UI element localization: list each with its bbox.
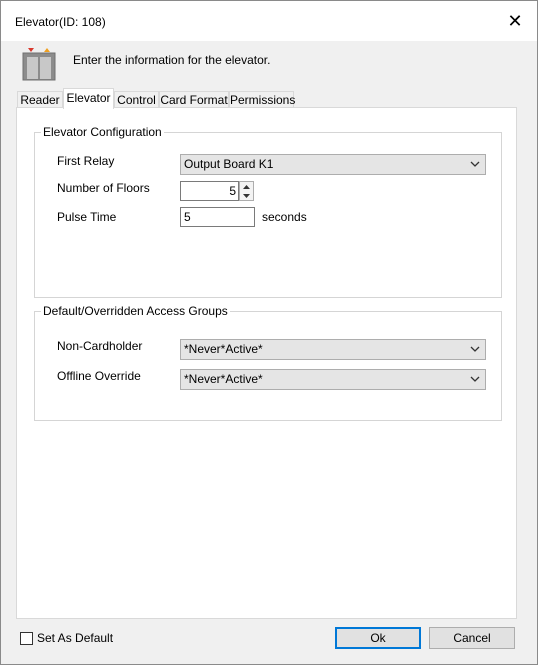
elevator-icon <box>22 48 56 81</box>
tab-panel-elevator: Elevator Configuration First Relay Outpu… <box>16 107 517 619</box>
set-as-default-label: Set As Default <box>37 631 114 645</box>
spin-down-button[interactable] <box>240 191 253 200</box>
spin-up-button[interactable] <box>240 182 253 191</box>
number-of-floors-label: Number of Floors <box>57 181 150 195</box>
chevron-down-icon <box>470 346 480 352</box>
close-icon: ✕ <box>507 10 523 31</box>
elevator-configuration-group: Elevator Configuration First Relay Outpu… <box>34 125 502 298</box>
non-cardholder-select[interactable]: *Never*Active* <box>180 339 486 360</box>
chevron-down-icon <box>470 376 480 382</box>
close-button[interactable]: ✕ <box>493 1 537 41</box>
ok-button[interactable]: Ok <box>335 627 421 649</box>
chevron-down-icon <box>470 161 480 167</box>
offline-override-select[interactable]: *Never*Active* <box>180 369 486 390</box>
pulse-time-input[interactable]: 5 <box>180 207 255 227</box>
cancel-button[interactable]: Cancel <box>429 627 515 649</box>
access-groups-group: Default/Overridden Access Groups Non-Car… <box>34 304 502 421</box>
pulse-time-unit: seconds <box>262 210 307 224</box>
first-relay-label: First Relay <box>57 154 115 168</box>
first-relay-select[interactable]: Output Board K1 <box>180 154 486 175</box>
group-legend: Default/Overridden Access Groups <box>41 304 230 318</box>
pulse-time-label: Pulse Time <box>57 210 117 224</box>
offline-override-label: Offline Override <box>57 369 141 383</box>
set-as-default-checkbox[interactable] <box>20 632 33 645</box>
number-of-floors-spinner[interactable] <box>239 181 254 201</box>
header-instruction: Enter the information for the elevator. <box>73 53 271 67</box>
window-title: Elevator(ID: 108) <box>15 15 106 29</box>
elevator-dialog: Elevator(ID: 108) ✕ Enter the informatio… <box>0 0 538 665</box>
chevron-down-icon <box>243 193 250 198</box>
non-cardholder-label: Non-Cardholder <box>57 339 143 353</box>
tab-elevator[interactable]: Elevator <box>63 88 114 109</box>
number-of-floors-input[interactable]: 5 <box>180 181 239 201</box>
group-legend: Elevator Configuration <box>41 125 164 139</box>
title-bar: Elevator(ID: 108) ✕ <box>1 1 537 41</box>
chevron-up-icon <box>243 184 250 189</box>
